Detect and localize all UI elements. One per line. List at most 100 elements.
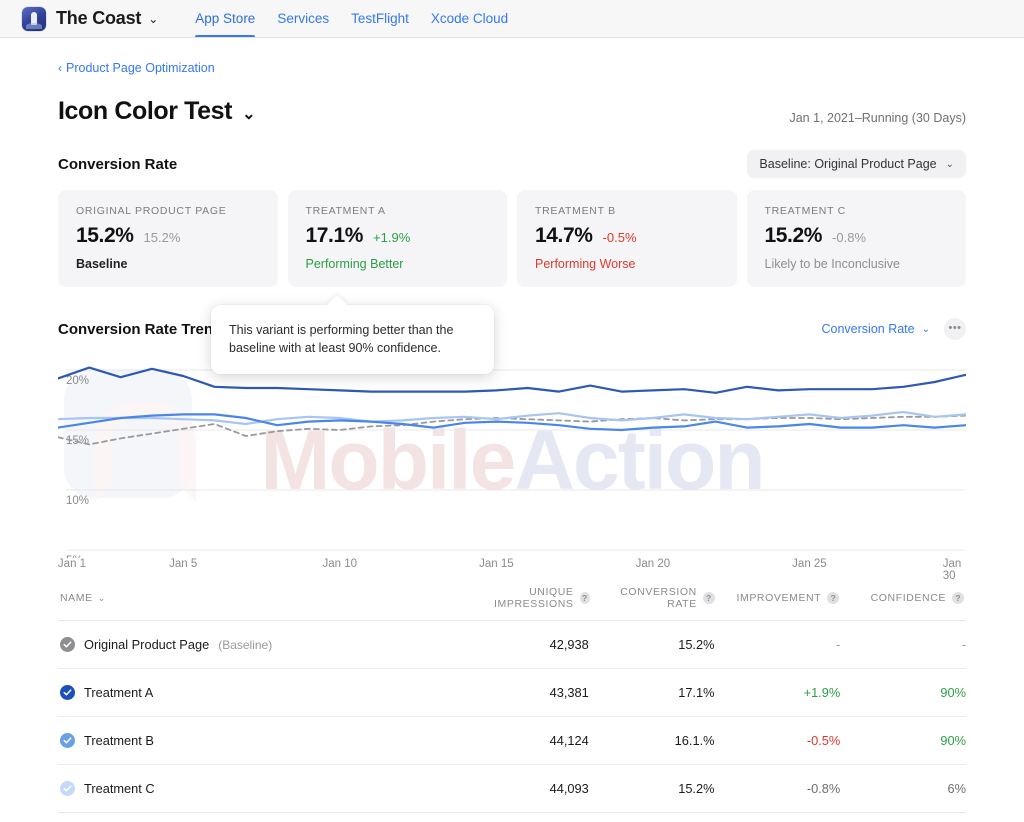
column-header-conversion-rate: CONVERSION RATE ? (590, 586, 715, 610)
card-label: TREATMENT C (764, 205, 846, 217)
check-circle-icon[interactable] (60, 781, 75, 796)
table-row[interactable]: Treatment B 44,124 16.1.% -0.5% 90% (58, 717, 966, 765)
chart-actions: Conversion Rate ⌄ ••• (822, 318, 966, 340)
column-label: NAME (60, 592, 93, 604)
x-axis-tick-label: Jan 25 (792, 558, 827, 570)
baseline-dropdown[interactable]: Baseline: Original Product Page ⌄ (747, 150, 966, 178)
y-axis-tick-label: 10% (66, 495, 89, 507)
help-icon[interactable]: ? (827, 592, 840, 604)
tooltip-text: This variant is performing better than t… (229, 323, 454, 356)
row-name-label: Treatment C (84, 781, 155, 796)
help-icon[interactable]: ? (579, 592, 590, 604)
nav-links: App Store Services TestFlight Xcode Clou… (184, 0, 519, 37)
tab-app-store[interactable]: App Store (184, 0, 266, 37)
column-header-name[interactable]: NAME ⌄ (60, 592, 465, 604)
chevron-left-icon: ‹ (58, 61, 62, 75)
check-circle-icon[interactable] (60, 685, 75, 700)
metric-dropdown[interactable]: Conversion Rate ⌄ (822, 322, 931, 336)
card-status[interactable]: Performing Worse (535, 257, 719, 271)
column-label: CONVERSION RATE (620, 586, 697, 610)
page-content: ‹ Product Page Optimization Icon Color T… (0, 38, 1024, 813)
cell-improvement: -0.5% (806, 733, 841, 748)
help-icon[interactable]: ? (702, 592, 715, 604)
cell-unique-impressions: 44,124 (549, 733, 589, 748)
table-row[interactable]: Treatment C 44,093 15.2% -0.8% 6% (58, 765, 966, 813)
performance-tooltip: This variant is performing better than t… (211, 305, 494, 375)
card-delta: 15.2% (143, 230, 181, 245)
title-row: Icon Color Test ⌄ Jan 1, 2021–Running (3… (58, 97, 966, 126)
metric-dropdown-label: Conversion Rate (821, 322, 915, 336)
chevron-down-icon: ⌄ (945, 158, 954, 170)
cell-confidence: 90% (940, 685, 966, 700)
card-label: ORIGINAL PRODUCT PAGE (76, 205, 227, 217)
chart-line-treatment-a (58, 366, 966, 394)
card-status[interactable]: Likely to be Inconclusive (765, 257, 949, 271)
conversion-rate-section-header: Conversion Rate Baseline: Original Produ… (58, 150, 966, 178)
y-axis-tick-label: 20% (66, 375, 89, 387)
metric-card-treatment-a[interactable]: TREATMENT A 17.1% +1.9% Performing Bette… (287, 190, 507, 287)
ellipsis-icon[interactable]: ••• (944, 318, 966, 340)
chevron-down-icon[interactable]: ⌄ (148, 13, 158, 25)
table-row[interactable]: Original Product Page (Baseline) 42,938 15.… (58, 621, 966, 669)
column-header-unique-impressions: UNIQUE IMPRESSIONS ? (465, 586, 590, 610)
y-axis-tick-label: 5% (66, 555, 83, 558)
cell-improvement: -0.8% (806, 781, 841, 796)
cell-conversion-rate: 15.2% (678, 637, 715, 652)
card-value: 14.7% (535, 224, 593, 247)
results-table: NAME ⌄ UNIQUE IMPRESSIONS ? CONVERSION R… (58, 586, 966, 813)
x-axis-tick-label: Jan 10 (322, 558, 358, 570)
cell-confidence: 6% (947, 781, 967, 796)
card-delta: +1.9% (373, 230, 411, 245)
breadcrumb-product-page-optimization[interactable]: ‹ Product Page Optimization (58, 61, 215, 75)
column-header-confidence: CONFIDENCE ? (839, 592, 964, 604)
x-axis-tick-label: Jan 20 (635, 558, 671, 570)
table-row[interactable]: Treatment A 43,381 17.1% +1.9% 90% (58, 669, 966, 717)
cell-unique-impressions: 43,381 (549, 685, 589, 700)
card-status: Baseline (76, 257, 128, 271)
column-label: UNIQUE IMPRESSIONS (494, 586, 574, 610)
page-title: Icon Color Test (58, 97, 233, 125)
check-circle-icon[interactable] (60, 637, 75, 652)
cell-confidence: 90% (940, 733, 966, 748)
section-title-conversion-rate: Conversion Rate (58, 155, 178, 173)
chevron-down-icon: ⌄ (97, 592, 106, 603)
cell-conversion-rate: 17.1% (678, 685, 715, 700)
card-delta: -0.8% (832, 230, 867, 245)
card-value: 15.2% (764, 224, 823, 247)
tab-services[interactable]: Services (266, 0, 340, 37)
tab-xcode-cloud[interactable]: Xcode Cloud (420, 0, 519, 37)
metric-card-treatment-b[interactable]: TREATMENT B 14.7% -0.5% Performing Worse (517, 190, 737, 287)
chart-header: Conversion Rate Trend Conversion Rate ⌄ … (58, 318, 966, 340)
chart-x-axis: Jan 1 Jan 5 Jan 10 Jan 15 Jan 20 Jan 25 Jan 30 (58, 558, 966, 582)
chart-plot-area: 5%10%15%20% (58, 366, 966, 558)
chevron-down-icon: ⌄ (921, 323, 930, 335)
card-value: 17.1% (305, 224, 364, 247)
conversion-rate-trend-chart: MobileAction 5%10%15%20% Jan 1Jan 5Jan 1… (58, 344, 966, 582)
cell-unique-impressions: 42,938 (549, 637, 589, 652)
table-header-row: NAME ⌄ UNIQUE IMPRESSIONS ? CONVERSION R… (58, 586, 966, 621)
baseline-badge: (Baseline) (218, 637, 273, 652)
check-circle-icon[interactable] (60, 733, 75, 748)
card-label: TREATMENT B (535, 205, 616, 217)
tab-testflight[interactable]: TestFlight (340, 0, 420, 37)
x-axis-tick-label: Jan 5 (169, 558, 198, 570)
cell-conversion-rate: 15.2% (678, 781, 715, 796)
chevron-down-icon[interactable]: ⌄ (242, 104, 255, 124)
metric-cards: ORIGINAL PRODUCT PAGE 15.2% 15.2% Baseli… (58, 190, 966, 287)
help-icon[interactable]: ? (952, 592, 964, 604)
row-name-label: Treatment A (84, 685, 154, 700)
metric-card-treatment-c[interactable]: TREATMENT C 15.2% -0.8% Likely to be Inc… (746, 190, 966, 287)
lighthouse-app-icon (22, 6, 46, 31)
table-body: Original Product Page (Baseline) 42,938 15.… (58, 621, 966, 813)
metric-card-original-product-page[interactable]: ORIGINAL PRODUCT PAGE 15.2% 15.2% Baseli… (58, 190, 278, 287)
card-label: TREATMENT A (305, 205, 386, 217)
breadcrumb-label: Product Page Optimization (66, 61, 215, 75)
cell-confidence: - (961, 637, 966, 652)
date-range-label: Jan 1, 2021–Running (30 Days) (789, 110, 966, 125)
column-header-improvement: IMPROVEMENT ? (715, 592, 840, 604)
row-name-label: Original Product Page (84, 637, 210, 652)
cell-improvement: +1.9% (803, 685, 841, 700)
x-axis-tick-label: Jan 30 (942, 558, 962, 582)
cell-improvement: - (835, 637, 841, 652)
card-status[interactable]: Performing Better (306, 257, 490, 271)
